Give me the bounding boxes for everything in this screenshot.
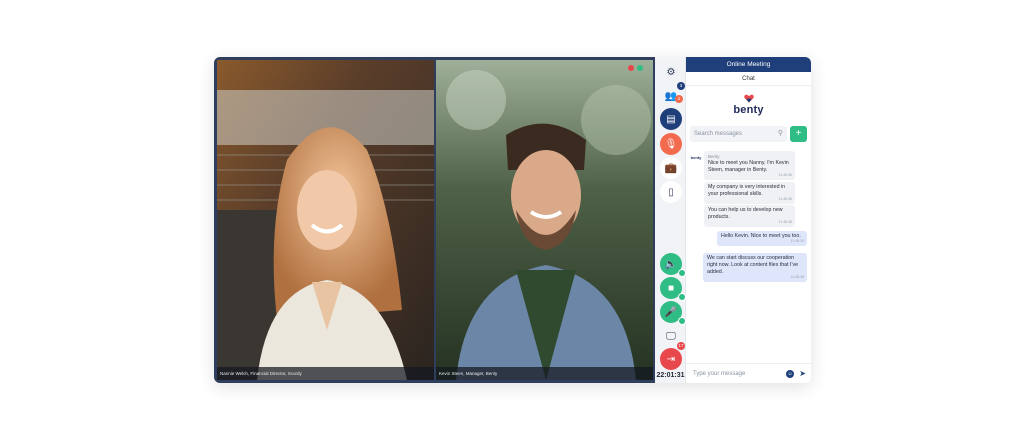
speaker-icon: 🔈 [664, 258, 678, 270]
speaker-status-badge [678, 269, 686, 277]
message-bubble: You can help us to develop new products.… [704, 205, 795, 227]
message-text: We can start discuss our cooperation rig… [707, 255, 799, 275]
documents-button[interactable]: ▯ [660, 181, 682, 203]
chat-panel: Online Meeting Chat benty Search message… [686, 57, 811, 383]
camera-icon: ■ [667, 282, 675, 294]
participants-count-badge: 3 [677, 82, 685, 90]
screen-share-badge: 17 [677, 342, 685, 350]
search-icon: ⚲ [777, 130, 783, 137]
leave-call-button[interactable]: ⇥ [660, 348, 682, 370]
video-tile-participant-1[interactable]: Nannie Welch, Financial Director, Scordy [217, 60, 434, 380]
participant-2-caption: Kevin Steen, Manager, Benty [436, 367, 653, 380]
chat-icon: ▤ [666, 113, 676, 125]
message-time: 11:46:30 [790, 239, 804, 243]
message-compose[interactable]: Type your message ☺ ➤ [686, 363, 811, 383]
microphone-status-badge [678, 317, 686, 325]
heart-logo-icon [743, 94, 754, 103]
mic-toggle-button[interactable]: 🎙 [660, 133, 682, 155]
emoji-button[interactable]: ☺ [786, 370, 794, 378]
participant-1-caption: Nannie Welch, Financial Director, Scordy [217, 367, 434, 380]
mic-icon: 🎙 [664, 138, 678, 150]
reactions-indicator: 1 [669, 93, 683, 103]
mic-icon: 🎤 [664, 306, 678, 318]
sender-avatar: benty [689, 151, 703, 165]
record-dot-icon [628, 65, 634, 71]
add-button[interactable]: + [790, 126, 807, 142]
briefcase-icon: 💼 [664, 162, 678, 174]
chat-tab-label[interactable]: Chat [686, 72, 811, 86]
connection-indicator [628, 65, 643, 71]
reactions-badge: 1 [675, 95, 683, 103]
settings-button[interactable]: ⚙ [660, 61, 682, 83]
document-icon: ▯ [668, 186, 674, 198]
screen-icon: 🖵 [666, 330, 676, 342]
participant-1-video [217, 60, 434, 380]
briefcase-button[interactable]: 💼 [660, 157, 682, 179]
brand-logo: benty [686, 90, 811, 120]
live-dot-icon [637, 65, 643, 71]
compose-placeholder: Type your message [693, 371, 746, 377]
message-sender: Benty [708, 154, 720, 159]
video-tile-participant-2[interactable]: Kevin Steen, Manager, Benty [436, 60, 653, 380]
call-timer: 22:01:31 [656, 372, 685, 379]
send-icon[interactable]: ➤ [799, 364, 806, 383]
message-time: 11:46:38 [790, 275, 804, 279]
video-grid: Nannie Welch, Financial Director, Scordy [214, 57, 655, 383]
message-time: 11:45:38 [778, 197, 792, 201]
call-toolbar: ⚙ 👥 3 1 ▤ 🎙 💼 ▯ 🔈 ■ 🎤 🖵 17 ⇥ 22:01:31 [655, 57, 686, 383]
search-placeholder: Search messages [694, 131, 743, 137]
message-bubble: We can start discuss our cooperation rig… [703, 253, 807, 282]
exit-icon: ⇥ [666, 353, 676, 365]
brand-name: benty [733, 104, 764, 116]
message-time: 11:45:38 [778, 220, 792, 224]
message-bubble: Hello Kevin. Nice to meet you too. 11:46… [717, 231, 807, 246]
message-list[interactable]: benty Benty Nice to meet you Nanny. I'm … [686, 149, 811, 345]
message-bubble: Benty Nice to meet you Nanny. I'm Kevin … [704, 151, 795, 180]
chat-header-title: Online Meeting [686, 57, 811, 72]
search-input[interactable]: Search messages ⚲ [690, 126, 787, 142]
speaker-button[interactable]: 🔈 [660, 253, 686, 277]
screen-share-button[interactable]: 🖵 17 [660, 325, 685, 350]
participant-2-video [436, 60, 653, 380]
gear-icon: ⚙ [666, 66, 676, 78]
meeting-window: Nannie Welch, Financial Director, Scordy [214, 57, 811, 383]
chat-button[interactable]: ▤ [660, 108, 682, 130]
search-row: Search messages ⚲ + [686, 126, 811, 142]
camera-status-badge [678, 293, 686, 301]
message-time: 11:45:36 [778, 173, 792, 177]
microphone-button[interactable]: 🎤 [660, 301, 686, 325]
camera-button[interactable]: ■ [660, 277, 686, 301]
message-bubble: My company is very interested in your pr… [704, 182, 795, 204]
